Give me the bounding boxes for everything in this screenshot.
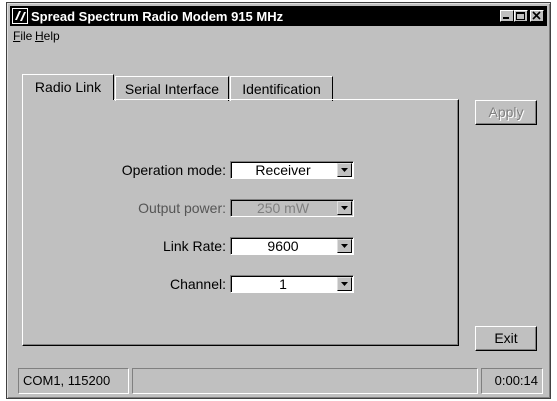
minimize-icon [503,17,509,19]
tab-identification-label: Identification [242,81,321,97]
output-power-label: Output power: [138,200,226,216]
tab-serial-interface-label: Serial Interface [124,81,220,97]
chevron-down-icon [341,168,348,172]
tab-radio-link-label: Radio Link [34,79,102,95]
radio-link-panel [22,99,459,346]
link-rate-label: Link Rate: [162,238,226,254]
link-rate-value: 9600 [267,238,299,254]
link-rate-select[interactable]: 9600 [230,237,354,255]
output-power-select[interactable]: 250 mW [230,199,354,217]
operation-mode-value: Receiver [255,162,311,178]
menu-file[interactable]: File [13,29,32,43]
link-rate-dropdown-button[interactable] [337,239,352,253]
operation-mode-label: Operation mode: [121,162,226,178]
tab-identification[interactable]: Identification [230,76,333,101]
chevron-down-icon [341,206,348,210]
maximize-icon [516,12,525,20]
close-icon [532,11,541,20]
operation-mode-dropdown-button[interactable] [337,163,352,177]
maximize-button[interactable] [514,10,528,22]
channel-select[interactable]: 1 [230,275,354,293]
menu-file-label: File [13,29,33,43]
apply-button[interactable]: Apply [475,100,537,125]
menu-bar: File Help [10,27,547,45]
output-power-dropdown-button[interactable] [337,201,352,215]
status-elapsed-time: 0:00:14 [481,368,543,394]
close-button[interactable] [530,10,544,22]
status-message [132,368,478,394]
channel-label: Channel: [169,276,226,292]
exit-button[interactable]: Exit [475,326,537,351]
channel-dropdown-button[interactable] [337,277,352,291]
chevron-down-icon [341,244,348,248]
app-window: Spread Spectrum Radio Modem 915 MHz File… [6,2,551,399]
chevron-down-icon [341,282,348,286]
panel-border [23,100,458,345]
status-port: COM1, 115200 [18,368,129,394]
operation-mode-select[interactable]: Receiver [230,161,354,179]
minimize-button[interactable] [500,10,514,22]
channel-value: 1 [279,276,287,292]
modem-app-icon [12,8,28,24]
title-bar[interactable]: Spread Spectrum Radio Modem 915 MHz [10,6,547,26]
output-power-value: 250 mW [256,200,310,216]
tab-radio-link[interactable]: Radio Link [22,74,114,100]
menu-help[interactable]: Help [35,29,60,43]
tab-serial-interface[interactable]: Serial Interface [115,76,229,101]
window-title: Spread Spectrum Radio Modem 915 MHz [31,9,284,24]
menu-help-label: Help [35,29,60,43]
